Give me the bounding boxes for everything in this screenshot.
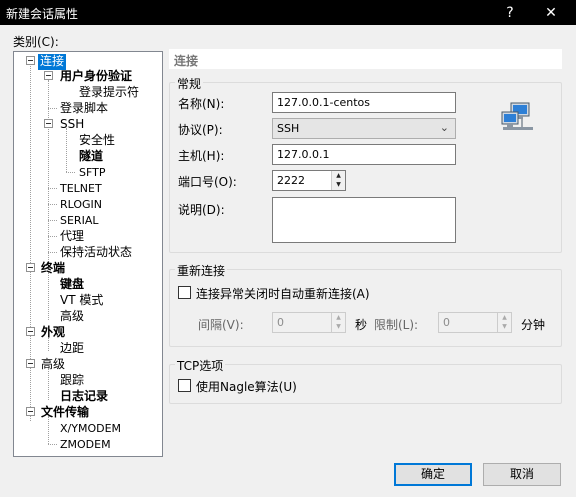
tree-line (48, 220, 57, 221)
network-computers-icon (501, 102, 533, 130)
limit-value: 0 (443, 316, 450, 329)
tree-item-connection[interactable]: 连接 (38, 54, 67, 70)
close-button[interactable]: ✕ (541, 3, 561, 23)
tree-item-terminal[interactable]: 终端 (41, 261, 65, 277)
tree-item-login-script[interactable]: 登录脚本 (60, 101, 108, 117)
host-input[interactable]: 127.0.0.1 (272, 144, 456, 165)
name-label: 名称(N): (178, 97, 225, 111)
tree-item-login-prompts[interactable]: 登录提示符 (79, 85, 139, 101)
spin-down-icon: ▼ (502, 323, 507, 330)
panel-header: 连接 (169, 49, 562, 69)
limit-input: 0 ▲ ▼ (438, 312, 512, 333)
help-button[interactable]: ? (500, 3, 520, 23)
tree-item-user-auth[interactable]: 用户身份验证 (60, 69, 132, 85)
port-value: 2222 (277, 174, 305, 187)
reconnect-legend: 重新连接 (175, 262, 228, 279)
tree-line (48, 236, 57, 237)
port-label: 端口号(O): (178, 175, 237, 189)
interval-value: 0 (277, 316, 284, 329)
auto-reconnect-checkbox[interactable] (178, 286, 191, 299)
spin-up-icon: ▲ (336, 314, 341, 321)
description-label: 说明(D): (178, 203, 225, 217)
collapse-icon[interactable] (26, 359, 35, 368)
tree-item-proxy[interactable]: 代理 (60, 229, 84, 245)
tree-line (48, 188, 57, 189)
tree-item-advanced[interactable]: 高级 (41, 357, 65, 373)
tree-line (48, 204, 57, 205)
tree-line (48, 80, 49, 280)
reconnect-group (169, 269, 562, 347)
tree-item-xymodem[interactable]: X/YMODEM (60, 421, 121, 437)
collapse-icon[interactable] (44, 71, 53, 80)
collapse-icon[interactable] (26, 56, 35, 65)
spin-down-icon: ▼ (336, 323, 341, 330)
port-input[interactable]: 2222 ▲ ▼ (272, 170, 346, 191)
tree-item-appearance[interactable]: 外观 (41, 325, 65, 341)
tree-item-serial[interactable]: SERIAL (60, 213, 98, 229)
protocol-label: 协议(P): (178, 123, 223, 137)
protocol-value: SSH (277, 122, 300, 135)
tree-item-terminal-advanced[interactable]: 高级 (60, 309, 84, 325)
tree-item-vt-mode[interactable]: VT 模式 (60, 293, 103, 309)
tree-line (48, 108, 57, 109)
collapse-icon[interactable] (26, 263, 35, 272)
tree-item-telnet[interactable]: TELNET (60, 181, 102, 197)
tree-item-trace[interactable]: 跟踪 (60, 373, 84, 389)
collapse-icon[interactable] (26, 407, 35, 416)
protocol-select[interactable]: SSH ⌄ (272, 118, 456, 139)
tree-item-rlogin[interactable]: RLOGIN (60, 197, 102, 213)
tree-item-ssh[interactable]: SSH (60, 117, 84, 133)
ok-button[interactable]: 确定 (394, 463, 472, 486)
tree-line (48, 272, 49, 320)
interval-label: 间隔(V): (198, 318, 244, 332)
tree-item-tunneling[interactable]: 隧道 (79, 149, 103, 165)
tree-item-keyboard[interactable]: 键盘 (60, 277, 84, 293)
nagle-label[interactable]: 使用Nagle算法(U) (196, 378, 297, 395)
tree-item-sftp[interactable]: SFTP (79, 165, 105, 181)
port-spinner[interactable]: ▲ ▼ (331, 171, 345, 190)
category-label: 类别(C): (13, 35, 59, 49)
tree-item-keep-alive[interactable]: 保持活动状态 (60, 245, 132, 261)
limit-unit: 分钟 (521, 318, 546, 332)
host-label: 主机(H): (178, 149, 225, 163)
tree-item-file-transfer[interactable]: 文件传输 (41, 405, 89, 421)
name-input[interactable]: 127.0.0.1-centos (272, 92, 456, 113)
interval-input: 0 ▲ ▼ (272, 312, 346, 333)
spin-up-icon[interactable]: ▲ (332, 171, 345, 180)
tree-item-logging[interactable]: 日志记录 (60, 389, 108, 405)
tree-line (48, 444, 57, 445)
collapse-icon[interactable] (26, 327, 35, 336)
general-legend: 常规 (175, 75, 204, 92)
interval-unit: 秒 (355, 318, 368, 332)
window-title: 新建会话属性 (6, 7, 79, 21)
limit-spinner: ▲ ▼ (497, 313, 511, 332)
tree-item-zmodem[interactable]: ZMODEM (60, 437, 111, 453)
interval-spinner: ▲ ▼ (331, 313, 345, 332)
nagle-checkbox[interactable] (178, 379, 191, 392)
category-tree[interactable]: 连接 用户身份验证 登录提示符 登录脚本 SSH 安全性 隧道 SFTP TEL… (13, 51, 163, 457)
spin-down-icon[interactable]: ▼ (332, 180, 345, 189)
spin-up-icon: ▲ (502, 314, 507, 321)
tree-line (66, 128, 67, 172)
description-textarea[interactable] (272, 197, 456, 243)
tree-line (48, 252, 57, 253)
tree-item-security[interactable]: 安全性 (79, 133, 115, 149)
cancel-button[interactable]: 取消 (483, 463, 561, 486)
tree-item-margins[interactable]: 边距 (60, 341, 84, 357)
tcp-options-legend: TCP选项 (175, 357, 226, 374)
collapse-icon[interactable] (44, 119, 53, 128)
title-bar: 新建会话属性 ? ✕ (0, 0, 576, 25)
limit-label: 限制(L): (374, 318, 419, 332)
chevron-down-icon: ⌄ (439, 121, 449, 134)
tree-line (66, 172, 75, 173)
auto-reconnect-label[interactable]: 连接异常关闭时自动重新连接(A) (196, 285, 370, 302)
